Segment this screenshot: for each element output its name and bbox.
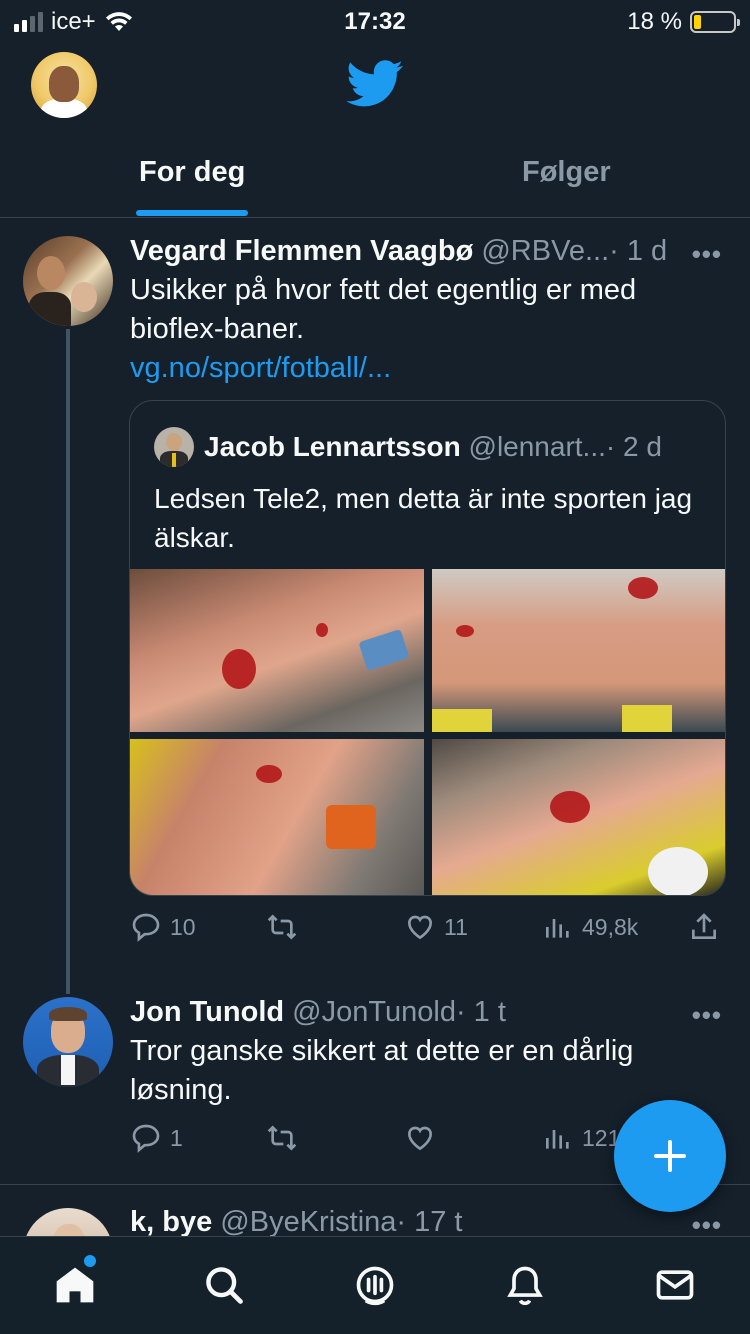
- active-tab-indicator: [136, 210, 248, 216]
- avatar[interactable]: [23, 997, 113, 1087]
- reply-button[interactable]: 10: [130, 911, 196, 943]
- analytics-icon: [546, 1130, 569, 1149]
- status-right: 18 %: [627, 8, 740, 36]
- view-count: 49,8k: [582, 913, 639, 940]
- quoted-header: Jacob Lennartsson @lennart...· 2 d: [204, 431, 662, 463]
- tab-for-you[interactable]: For deg: [0, 144, 375, 218]
- reply-count: 1: [170, 1124, 183, 1151]
- battery-fill: [694, 15, 701, 29]
- tweet-header: k, bye @ByeKristina· 17 t: [130, 1206, 463, 1236]
- new-content-dot: [84, 1255, 96, 1267]
- quoted-author-name[interactable]: Jacob Lennartsson: [204, 431, 461, 462]
- like-count: 11: [444, 913, 468, 940]
- tweet-text: Tror ganske sikkert at dette er en dårli…: [130, 1035, 634, 1106]
- like-button[interactable]: [404, 1122, 444, 1154]
- analytics-icon: [546, 919, 569, 938]
- retweet-button[interactable]: [266, 911, 306, 943]
- more-options-button[interactable]: •••: [692, 1000, 722, 1031]
- retweet-icon: [267, 914, 297, 940]
- nav-notifications[interactable]: [503, 1263, 547, 1307]
- quoted-text: Ledsen Tele2, men detta är inte sporten …: [154, 483, 693, 553]
- reply-icon: [132, 913, 160, 942]
- reply-icon: [132, 1124, 160, 1153]
- battery-percentage: 18 %: [627, 8, 682, 35]
- share-button[interactable]: [688, 911, 720, 943]
- tab-following[interactable]: Følger: [375, 144, 750, 218]
- status-bar: ice+ 17:32 18 %: [0, 0, 750, 44]
- quoted-tweet[interactable]: Jacob Lennartsson @lennart...· 2 d Ledse…: [129, 400, 726, 896]
- retweet-icon: [267, 1125, 297, 1151]
- more-options-button[interactable]: •••: [692, 1210, 722, 1236]
- author-name[interactable]: Vegard Flemmen Vaagbø: [130, 235, 473, 267]
- tab-following-label: Følger: [522, 156, 611, 188]
- nav-messages[interactable]: [653, 1263, 697, 1307]
- twitter-bird-icon[interactable]: [346, 60, 404, 108]
- quoted-author-handle[interactable]: @lennart...: [469, 431, 606, 462]
- more-options-button[interactable]: •••: [692, 239, 722, 270]
- heart-icon: [407, 1126, 433, 1151]
- nav-spaces[interactable]: [353, 1263, 397, 1307]
- tweet-time: · 1 t: [455, 996, 506, 1028]
- share-icon: [692, 913, 716, 939]
- tweet-time: · 1 d: [609, 235, 668, 267]
- compose-tweet-button[interactable]: [614, 1100, 726, 1212]
- reply-button[interactable]: 1: [130, 1122, 183, 1154]
- tweet-header: Jon Tunold @JonTunold· 1 t: [130, 996, 506, 1029]
- tweet-time: · 17 t: [396, 1206, 463, 1236]
- media-grid: [130, 569, 725, 895]
- tweet-body: Usikker på hvor fett det egentlig er med…: [130, 274, 637, 345]
- timeline-tabs: For deg Følger: [0, 144, 750, 218]
- tweet-header: Vegard Flemmen Vaagbø @RBVe...· 1 d: [130, 235, 667, 268]
- search-icon: [206, 1267, 243, 1304]
- home-icon: [56, 1267, 94, 1303]
- tweet[interactable]: Vegard Flemmen Vaagbø @RBVe...· 1 d ••• …: [0, 219, 750, 994]
- nav-search[interactable]: [202, 1263, 246, 1307]
- media-photo[interactable]: [130, 739, 424, 895]
- media-photo[interactable]: [130, 569, 424, 732]
- quoted-time: · 2 d: [605, 431, 662, 462]
- bottom-navigation: [0, 1236, 750, 1334]
- like-button[interactable]: 11: [404, 911, 468, 943]
- nav-home[interactable]: [53, 1263, 97, 1307]
- views-button[interactable]: 49,8k: [542, 911, 638, 943]
- notifications-icon: [507, 1266, 543, 1306]
- media-photo[interactable]: [432, 569, 725, 732]
- profile-avatar[interactable]: [31, 52, 97, 118]
- author-handle[interactable]: @RBVe...: [481, 235, 609, 267]
- thread-line: [66, 329, 70, 994]
- author-handle[interactable]: @ByeKristina: [220, 1206, 396, 1236]
- media-photo[interactable]: [432, 739, 725, 895]
- tweet-actions: 10 11 49,8k: [130, 911, 730, 951]
- author-name[interactable]: Jon Tunold: [130, 996, 284, 1028]
- author-handle[interactable]: @JonTunold: [292, 996, 456, 1028]
- views-button[interactable]: 121: [542, 1122, 620, 1154]
- author-name[interactable]: k, bye: [130, 1206, 212, 1236]
- heart-icon: [407, 915, 433, 940]
- tab-for-you-label: For deg: [139, 156, 246, 188]
- messages-icon: [656, 1270, 694, 1300]
- spaces-icon: [356, 1266, 394, 1306]
- retweet-button[interactable]: [266, 1122, 306, 1154]
- app-header: For deg Følger: [0, 44, 750, 218]
- avatar[interactable]: [23, 236, 113, 326]
- avatar[interactable]: [23, 1208, 113, 1236]
- quoted-avatar[interactable]: [154, 427, 194, 467]
- reply-count: 10: [170, 913, 196, 940]
- tweet-text: Usikker på hvor fett det egentlig er med…: [130, 271, 710, 388]
- battery-icon: [690, 11, 740, 33]
- tweet-link[interactable]: vg.no/sport/fotball/...: [130, 349, 710, 388]
